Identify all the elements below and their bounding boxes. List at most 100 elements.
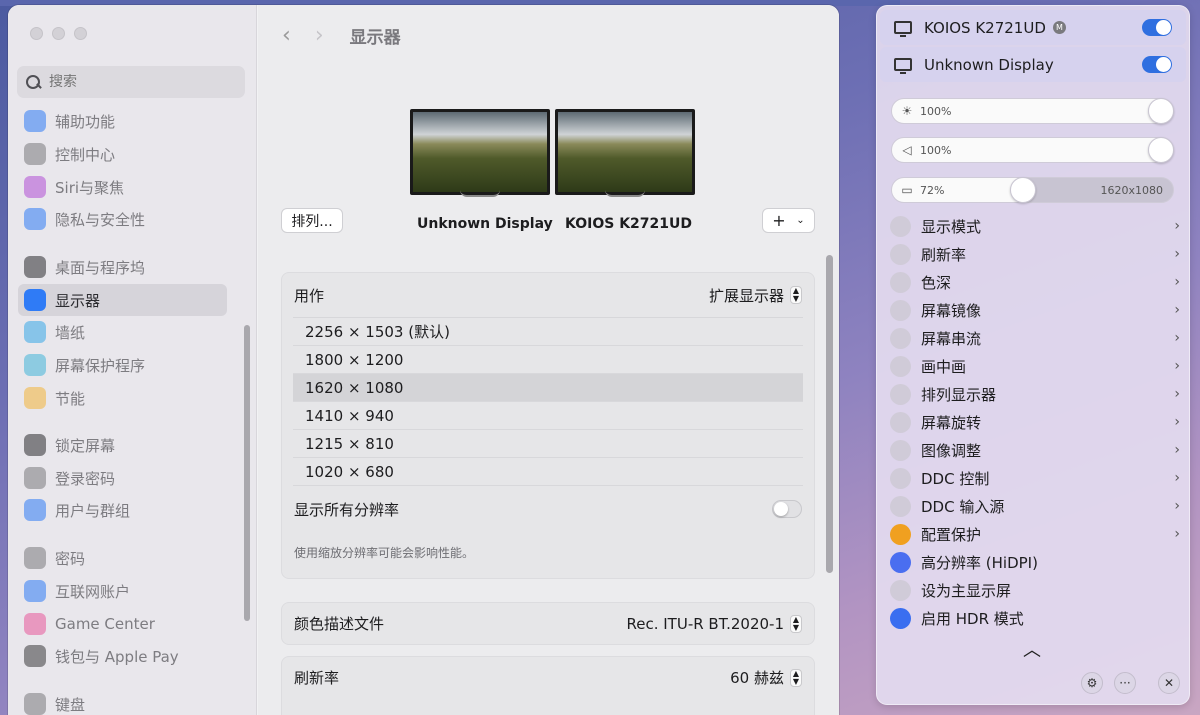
sidebar-item[interactable]: 墙纸: [18, 316, 227, 348]
sidebar-item-label: 密码: [55, 549, 86, 568]
close-window-button[interactable]: [30, 27, 43, 40]
more-button[interactable]: ···: [1114, 672, 1136, 694]
panel-menu-label: 图像调整: [921, 441, 982, 460]
panel-menu-label: 配置保护: [921, 525, 982, 544]
sidebar-item[interactable]: 桌面与程序坞: [18, 251, 227, 283]
sidebar-item[interactable]: Game Center: [18, 608, 227, 640]
panel-menu-label: 排列显示器: [921, 385, 997, 404]
panel-menu-item[interactable]: 色深 ›: [890, 269, 1180, 295]
siri-icon: [24, 176, 46, 198]
palette-icon: [890, 271, 911, 293]
minimize-window-button[interactable]: [52, 27, 65, 40]
use-as-label: 用作: [294, 286, 325, 305]
sidebar-item-label: 控制中心: [55, 145, 116, 164]
panel-menu-item[interactable]: 配置保护 ›: [890, 521, 1180, 547]
accessibility-icon: [24, 110, 46, 132]
panel-menu-item[interactable]: 屏幕串流 ›: [890, 325, 1180, 351]
panel-menu-label: 启用 HDR 模式: [921, 609, 1024, 628]
panel-menu-item[interactable]: 显示模式 ›: [890, 213, 1180, 239]
brightness-value: 100%: [920, 104, 952, 118]
sidebar-item[interactable]: 用户与群组: [18, 494, 227, 526]
add-display-button[interactable]: + ⌄: [762, 208, 815, 233]
display-row-unknown[interactable]: Unknown Display: [880, 47, 1186, 82]
sidebar-item[interactable]: 密码: [18, 542, 227, 574]
lightbulb-icon: [24, 387, 46, 409]
search-field[interactable]: [17, 66, 245, 98]
at-icon: [24, 580, 46, 602]
show-all-toggle[interactable]: [772, 500, 802, 518]
panel-menu-label: 显示模式: [921, 217, 982, 236]
panel-menu-label: DDC 输入源: [921, 497, 1005, 516]
scale-slider[interactable]: ▭ 72% 1620x1080: [891, 177, 1174, 203]
panel-menu-item[interactable]: 屏幕旋转 ›: [890, 409, 1180, 435]
sidebar-item[interactable]: 屏幕保护程序: [18, 349, 227, 381]
sidebar-item-label: 钱包与 Apple Pay: [55, 647, 179, 666]
panel-menu-item[interactable]: DDC 控制 ›: [890, 465, 1180, 491]
zoom-window-button[interactable]: [74, 27, 87, 40]
resolution-option[interactable]: 1620 × 1080: [293, 374, 803, 402]
sidebar-item[interactable]: 互联网账户: [18, 575, 227, 607]
resolution-option[interactable]: 1410 × 940: [293, 402, 803, 430]
sidebar-item[interactable]: 节能: [18, 382, 227, 414]
panel-menu-item[interactable]: 排列显示器 ›: [890, 381, 1180, 407]
panel-menu-item[interactable]: 屏幕镜像 ›: [890, 297, 1180, 323]
panel-menu-item[interactable]: 启用 HDR 模式: [890, 605, 1180, 631]
sidebar-item[interactable]: 辅助功能: [18, 105, 227, 137]
display-label-koios[interactable]: KOIOS K2721UD: [565, 216, 692, 232]
scale-value: 72%: [920, 183, 945, 197]
display-label-unknown[interactable]: Unknown Display: [417, 216, 553, 232]
sidebar-item-label: 互联网账户: [55, 582, 131, 601]
sidebar-item[interactable]: 隐私与安全性: [18, 203, 227, 235]
sidebar-item[interactable]: 钱包与 Apple Pay: [18, 640, 227, 672]
panel-menu-item[interactable]: 高分辨率 (HiDPI): [890, 549, 1180, 575]
panel-menu-item[interactable]: 图像调整 ›: [890, 437, 1180, 463]
display-thumbnail-unknown[interactable]: [410, 109, 550, 197]
main-scrollbar[interactable]: [826, 255, 833, 573]
volume-slider[interactable]: ◁ 100%: [891, 137, 1174, 163]
refresh-label: 刷新率: [294, 669, 340, 687]
settings-gear-button[interactable]: ⚙: [1081, 672, 1103, 694]
image-adjust-icon: [890, 439, 911, 461]
monitor-icon: [894, 58, 912, 74]
resolution-option[interactable]: 1215 × 810: [293, 430, 803, 458]
forward-button[interactable]: ›: [315, 23, 324, 48]
use-as-value: 扩展显示器: [708, 286, 784, 305]
panel-menu-item[interactable]: 画中画 ›: [890, 353, 1180, 379]
sidebar-item[interactable]: 显示器: [18, 284, 227, 316]
brightness-slider[interactable]: ☀ 100%: [891, 98, 1174, 124]
display-thumbnail-koios[interactable]: [555, 109, 695, 197]
scale-knob[interactable]: [1010, 177, 1036, 203]
display-toggle-koios[interactable]: [1142, 19, 1172, 36]
sidebar-item[interactable]: 锁定屏幕: [18, 429, 227, 461]
display-toggle-unknown[interactable]: [1142, 56, 1172, 73]
resolution-option[interactable]: 1020 × 680: [293, 458, 803, 486]
brightness-knob[interactable]: [1148, 98, 1174, 124]
resolution-option[interactable]: 1800 × 1200: [293, 346, 803, 374]
sidebar-item-label: 锁定屏幕: [55, 436, 116, 455]
volume-knob[interactable]: [1148, 137, 1174, 163]
pip-icon: [890, 355, 911, 377]
color-profile-select[interactable]: Rec. ITU-R BT.2020-1 ▲ ▼: [627, 614, 802, 633]
search-input[interactable]: [49, 74, 229, 90]
panel-menu-item[interactable]: 设为主显示屏: [890, 577, 1180, 603]
sidebar-scrollbar[interactable]: [244, 325, 250, 621]
color-profile-label: 颜色描述文件: [294, 615, 385, 633]
panel-menu-item[interactable]: 刷新率 ›: [890, 241, 1180, 267]
control-center-icon: [24, 143, 46, 165]
quit-button[interactable]: ✕: [1158, 672, 1180, 694]
arrange-button[interactable]: 排列...: [281, 208, 343, 233]
refresh-select[interactable]: 60 赫兹 ▲ ▼: [730, 667, 802, 688]
sidebar-item[interactable]: 控制中心: [18, 138, 227, 170]
display-row-koios[interactable]: KOIOS K2721UD M: [880, 10, 1186, 45]
collapse-icon[interactable]: ︿: [1023, 636, 1041, 662]
sidebar-item-label: 登录密码: [55, 469, 116, 488]
resolution-option[interactable]: 2256 × 1503 (默认): [293, 318, 803, 346]
keyboard-icon: [24, 693, 46, 715]
use-as-select[interactable]: 扩展显示器 ▲ ▼: [709, 285, 802, 306]
game-center-icon: [24, 613, 46, 635]
sidebar-item[interactable]: 登录密码: [18, 462, 227, 494]
panel-menu-item[interactable]: DDC 输入源 ›: [890, 493, 1180, 519]
back-button[interactable]: ‹: [282, 23, 291, 48]
sidebar-item[interactable]: 键盘: [18, 688, 227, 715]
sidebar-item[interactable]: Siri与聚焦: [18, 171, 227, 203]
